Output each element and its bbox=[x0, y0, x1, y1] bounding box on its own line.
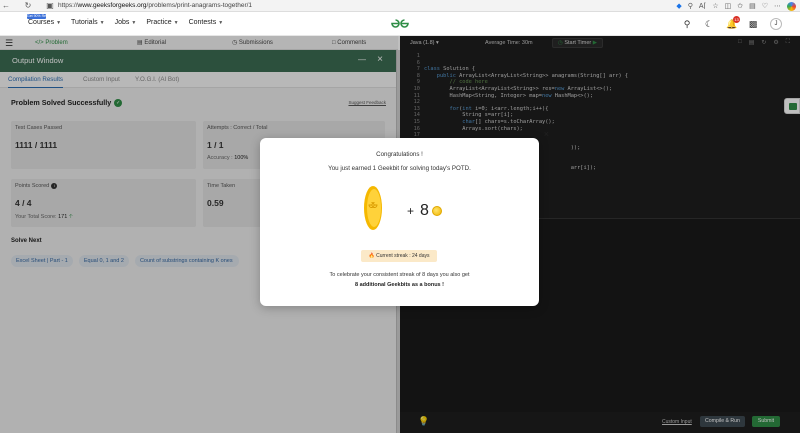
favorites-bar-icon[interactable]: ✩ bbox=[737, 2, 743, 10]
modal-subtitle: You just earned 1 Geekbit for solving to… bbox=[328, 165, 471, 172]
nav-label: Courses bbox=[28, 19, 55, 26]
notification-icon[interactable]: 🔔 13 bbox=[726, 16, 740, 29]
theme-toggle-icon[interactable]: ☾ bbox=[704, 19, 714, 29]
heart-icon[interactable]: ♡ bbox=[762, 2, 768, 10]
nav-label: Tutorials bbox=[71, 19, 98, 26]
fire-icon: 🔥 bbox=[368, 253, 375, 259]
nav-label: Contests bbox=[188, 19, 217, 26]
lock-icon[interactable]: ▣ bbox=[44, 0, 56, 12]
nav-label: Jobs bbox=[114, 19, 130, 26]
favorite-icon[interactable]: ☆ bbox=[712, 2, 718, 10]
more-icon[interactable]: ⋯ bbox=[774, 2, 781, 10]
geekbit-coin-icon bbox=[364, 186, 382, 230]
nav-practice[interactable]: Practice ▼ bbox=[146, 19, 178, 26]
bonus-amount: + 8 bbox=[407, 202, 442, 220]
chevron-down-icon: ▼ bbox=[56, 20, 62, 26]
read-aloud-icon[interactable]: A⌈ bbox=[699, 2, 706, 10]
back-icon[interactable]: ← bbox=[0, 0, 12, 12]
nav-contests[interactable]: Contests ▼ bbox=[189, 19, 224, 26]
collections-icon[interactable]: ▤ bbox=[749, 2, 756, 10]
nav-jobs[interactable]: Jobs ▼ bbox=[115, 19, 137, 26]
coin-icon bbox=[431, 206, 442, 216]
url-prefix: https:// bbox=[58, 2, 78, 9]
site-header: Get 90% Refund Courses▼ Tutorials▼ Jobs▼… bbox=[0, 12, 800, 36]
streak-text: Current streak : 24 days bbox=[376, 253, 430, 259]
chevron-down-icon: ▼ bbox=[173, 20, 179, 26]
extension-icon[interactable]: ◆ bbox=[676, 2, 681, 10]
split-screen-icon[interactable]: ◫ bbox=[725, 2, 732, 10]
bonus-value: 8 bbox=[420, 202, 429, 219]
site-nav: Courses ▼ Tutorials ▼ Jobs ▼ Practice ▼ Cont… bbox=[28, 19, 223, 26]
modal-bonus-text: 8 additional Geekbits as a bonus ! bbox=[355, 282, 444, 288]
nav-label: Practice bbox=[146, 19, 172, 26]
avatar[interactable]: J bbox=[770, 18, 782, 30]
close-icon[interactable]: × bbox=[544, 130, 549, 139]
nav-courses[interactable]: Courses ▼ bbox=[28, 19, 61, 26]
nav-tutorials[interactable]: Tutorials ▼ bbox=[71, 19, 105, 26]
modal-title: Congratulations ! bbox=[376, 151, 423, 158]
modal-body: To celebrate your consistent streak of 8… bbox=[329, 272, 470, 278]
reload-icon[interactable]: ↻ bbox=[22, 0, 34, 12]
chevron-down-icon: ▼ bbox=[99, 20, 105, 26]
gfg-logo-icon[interactable] bbox=[388, 18, 412, 29]
plus-sign: + bbox=[407, 204, 415, 218]
address-bar[interactable]: https://www.geeksforgeeks.org/problems/p… bbox=[58, 1, 618, 11]
chevron-down-icon: ▼ bbox=[131, 20, 137, 26]
chevron-down-icon: ▼ bbox=[218, 20, 224, 26]
geekbit-modal: × Congratulations ! You just earned 1 Ge… bbox=[260, 130, 549, 306]
url-host: www.geeksforgeeks.org bbox=[77, 2, 147, 9]
url-path: /problems/print-anagrams-together/1 bbox=[146, 2, 253, 9]
browser-toolbar: ← ↻ ▣ https://www.geeksforgeeks.org/prob… bbox=[0, 0, 800, 12]
key-icon[interactable]: ⚲ bbox=[688, 2, 693, 10]
bookmark-icon[interactable]: ▩ bbox=[748, 19, 758, 29]
notification-count: 13 bbox=[733, 16, 740, 23]
search-icon[interactable]: ⚲ bbox=[682, 19, 692, 29]
streak-badge: 🔥 Current streak : 24 days bbox=[361, 250, 437, 262]
copilot-icon[interactable] bbox=[787, 1, 796, 11]
